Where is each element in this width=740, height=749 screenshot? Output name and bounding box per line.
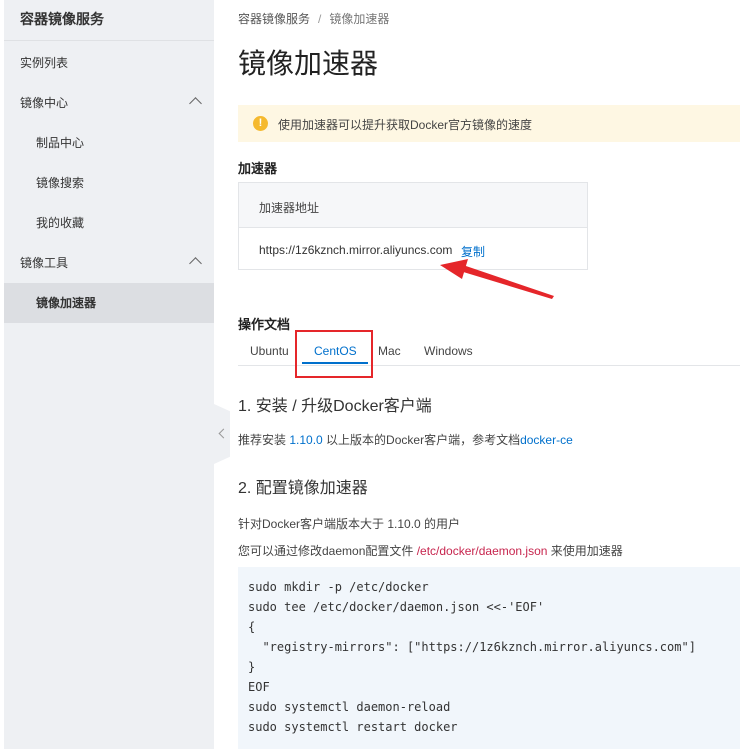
- sidebar-title: 容器镜像服务: [20, 11, 104, 27]
- step2-title: 2. 配置镜像加速器: [238, 480, 368, 497]
- warning-icon: !: [253, 116, 268, 131]
- step1-title: 1. 安装 / 升级Docker客户端: [238, 398, 432, 415]
- sidebar-item-label: 镜像搜索: [36, 176, 85, 190]
- code-line: EOF: [248, 680, 270, 694]
- notice-text: 使用加速器可以提升获取Docker官方镜像的速度: [278, 118, 533, 132]
- code-line: "registry-mirrors": ["https://1z6kznch.m…: [248, 640, 696, 654]
- tab-mac[interactable]: Mac: [378, 344, 401, 358]
- sidebar-divider: [4, 40, 214, 41]
- accelerator-url: https://1z6kznch.mirror.aliyuncs.com: [259, 243, 453, 257]
- sidebar-item-image-search[interactable]: 镜像搜索: [4, 163, 214, 203]
- chevron-up-icon: [189, 257, 202, 270]
- breadcrumb-root-link[interactable]: 容器镜像服务: [238, 12, 310, 26]
- step1-text-b: 以上版本的Docker客户端，参考文档: [322, 433, 521, 447]
- code-block[interactable]: sudo mkdir -p /etc/docker sudo tee /etc/…: [238, 567, 740, 749]
- docs-section-label: 操作文档: [238, 317, 291, 332]
- info-notice: ! 使用加速器可以提升获取Docker官方镜像的速度: [238, 105, 740, 142]
- sidebar-item-label: 镜像加速器: [36, 296, 97, 310]
- annotation-arrow-icon: [440, 259, 554, 299]
- step2-line1: 针对Docker客户端版本大于 1.10.0 的用户: [238, 517, 461, 531]
- sidebar-item-image-center[interactable]: 镜像中心: [4, 83, 214, 123]
- breadcrumb: 容器镜像服务 / 镜像加速器: [238, 10, 389, 27]
- sidebar-collapse-handle[interactable]: [214, 404, 230, 464]
- code-line: sudo tee /etc/docker/daemon.json <<-'EOF…: [248, 600, 545, 614]
- step1-text: 推荐安装 1.10.0 以上版本的Docker客户端，参考文档docker-ce: [238, 431, 573, 448]
- tab-windows[interactable]: Windows: [424, 344, 473, 358]
- step2-line2: 您可以通过修改daemon配置文件 /etc/docker/daemon.jso…: [238, 542, 623, 559]
- sidebar: 容器镜像服务 实例列表 镜像中心 制品中心 镜像搜索 我的收藏 镜像工具 镜像加…: [4, 0, 214, 749]
- chevron-up-icon: [189, 97, 202, 110]
- breadcrumb-separator: /: [318, 12, 322, 26]
- step2-line2-a: 您可以通过修改daemon配置文件: [238, 544, 417, 558]
- sidebar-item-label: 我的收藏: [36, 216, 85, 230]
- code-line: }: [248, 660, 256, 674]
- sidebar-item-label: 实例列表: [20, 56, 69, 70]
- code-line: sudo systemctl restart docker: [248, 720, 458, 734]
- step2-line2-b: 来使用加速器: [547, 544, 623, 558]
- tab-ubuntu[interactable]: Ubuntu: [250, 344, 289, 358]
- accelerator-header-label: 加速器地址: [259, 201, 320, 215]
- breadcrumb-current: 镜像加速器: [329, 12, 390, 26]
- sidebar-item-artifact-center[interactable]: 制品中心: [4, 123, 214, 163]
- accelerator-card-header: 加速器地址: [239, 183, 587, 228]
- annotation-highlight-box: [295, 330, 373, 378]
- sidebar-item-label: 镜像工具: [20, 256, 69, 270]
- code-line: sudo systemctl daemon-reload: [248, 700, 451, 714]
- step1-text-a: 推荐安装: [238, 433, 290, 447]
- sidebar-item-image-tools[interactable]: 镜像工具: [4, 243, 214, 283]
- page-title: 镜像加速器: [238, 48, 379, 79]
- docker-version: 1.10.0: [289, 433, 323, 447]
- code-line: sudo mkdir -p /etc/docker: [248, 580, 429, 594]
- daemon-json-path: /etc/docker/daemon.json: [416, 544, 548, 558]
- sidebar-item-image-accelerator[interactable]: 镜像加速器: [4, 283, 214, 323]
- sidebar-item-favorites[interactable]: 我的收藏: [4, 203, 214, 243]
- sidebar-item-label: 镜像中心: [20, 96, 69, 110]
- accelerator-section-label: 加速器: [238, 161, 278, 176]
- docker-ce-link[interactable]: docker-ce: [520, 433, 573, 447]
- chevron-left-icon: [218, 428, 229, 439]
- code-line: {: [248, 620, 256, 634]
- sidebar-item-label: 制品中心: [36, 136, 85, 150]
- sidebar-item-instance-list[interactable]: 实例列表: [4, 43, 214, 83]
